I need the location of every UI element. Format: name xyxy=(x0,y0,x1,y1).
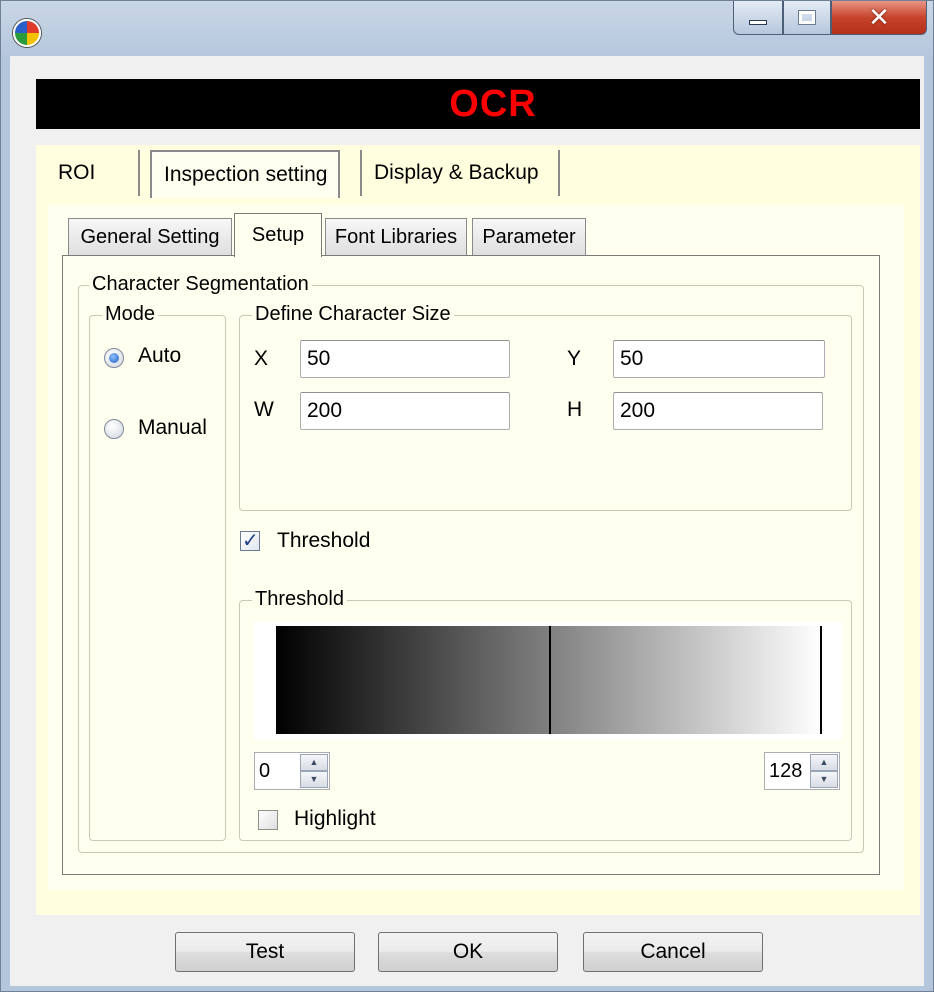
group-title: Mode xyxy=(102,303,159,326)
tab-parameter[interactable]: Parameter xyxy=(472,218,586,256)
maximize-button[interactable] xyxy=(783,1,831,35)
threshold-histogram[interactable] xyxy=(254,622,842,740)
w-field[interactable] xyxy=(300,392,510,430)
x-label: X xyxy=(254,347,269,370)
x-field[interactable] xyxy=(300,340,510,378)
y-label: Y xyxy=(567,347,582,370)
title-bar[interactable]: ✕ xyxy=(1,1,934,57)
highlight-checkbox-label: Highlight xyxy=(294,807,376,830)
tab-label: Setup xyxy=(251,224,305,246)
tab-display-backup[interactable]: Display & Backup xyxy=(360,150,560,196)
spinner-value: 128 xyxy=(769,760,803,782)
threshold-checkbox[interactable]: ✓ xyxy=(240,530,260,552)
app-icon[interactable] xyxy=(13,19,41,47)
w-label: W xyxy=(254,398,274,421)
tab-setup[interactable]: Setup xyxy=(234,213,322,257)
tab-divider xyxy=(138,150,140,196)
threshold-checkbox-label: Threshold xyxy=(277,529,371,552)
threshold-max-marker xyxy=(820,626,822,734)
tab-label: Display & Backup xyxy=(374,161,539,184)
minimize-icon xyxy=(749,20,767,25)
cancel-button[interactable]: Cancel xyxy=(583,932,763,972)
threshold-min-spinner[interactable]: 0 ▲ ▼ xyxy=(254,752,330,790)
tab-label: Parameter xyxy=(482,226,576,248)
tab-font-libraries[interactable]: Font Libraries xyxy=(325,218,467,256)
close-icon: ✕ xyxy=(868,2,890,33)
mode-group: Mode xyxy=(89,303,226,841)
header-banner: OCR xyxy=(36,79,920,129)
maximize-icon xyxy=(798,10,816,25)
spinner-value: 0 xyxy=(259,760,271,782)
threshold-marker[interactable] xyxy=(549,626,551,734)
threshold-max-spinner[interactable]: 128 ▲ ▼ xyxy=(764,752,840,790)
ok-button[interactable]: OK xyxy=(378,932,558,972)
tab-label: Inspection setting xyxy=(164,163,328,186)
tab-label: ROI xyxy=(58,161,96,184)
group-title: Character Segmentation xyxy=(89,273,312,296)
tab-label: General Setting xyxy=(80,226,220,248)
highlight-checkbox[interactable] xyxy=(258,810,278,830)
auto-radio-label: Auto xyxy=(138,344,182,367)
minimize-button[interactable] xyxy=(733,1,783,35)
manual-radio-label: Manual xyxy=(138,416,207,439)
auto-radio[interactable] xyxy=(104,348,124,368)
spin-down-icon[interactable]: ▼ xyxy=(300,771,328,788)
tab-inspection-setting[interactable]: Inspection setting xyxy=(150,150,340,198)
spin-up-icon[interactable]: ▲ xyxy=(300,754,328,771)
tab-general-setting[interactable]: General Setting xyxy=(68,218,232,256)
h-label: H xyxy=(567,398,583,421)
close-button[interactable]: ✕ xyxy=(831,1,927,35)
group-title: Threshold xyxy=(252,588,347,611)
spin-down-icon[interactable]: ▼ xyxy=(810,771,838,788)
checkmark-icon: ✓ xyxy=(242,530,259,552)
spin-up-icon[interactable]: ▲ xyxy=(810,754,838,771)
tab-label: Font Libraries xyxy=(334,226,458,248)
y-field[interactable] xyxy=(613,340,825,378)
tab-roi[interactable]: ROI xyxy=(46,150,138,196)
test-button[interactable]: Test xyxy=(175,932,355,972)
manual-radio[interactable] xyxy=(104,419,124,439)
group-title: Define Character Size xyxy=(252,303,454,326)
h-field[interactable] xyxy=(613,392,823,430)
page-title: OCR xyxy=(449,82,537,125)
